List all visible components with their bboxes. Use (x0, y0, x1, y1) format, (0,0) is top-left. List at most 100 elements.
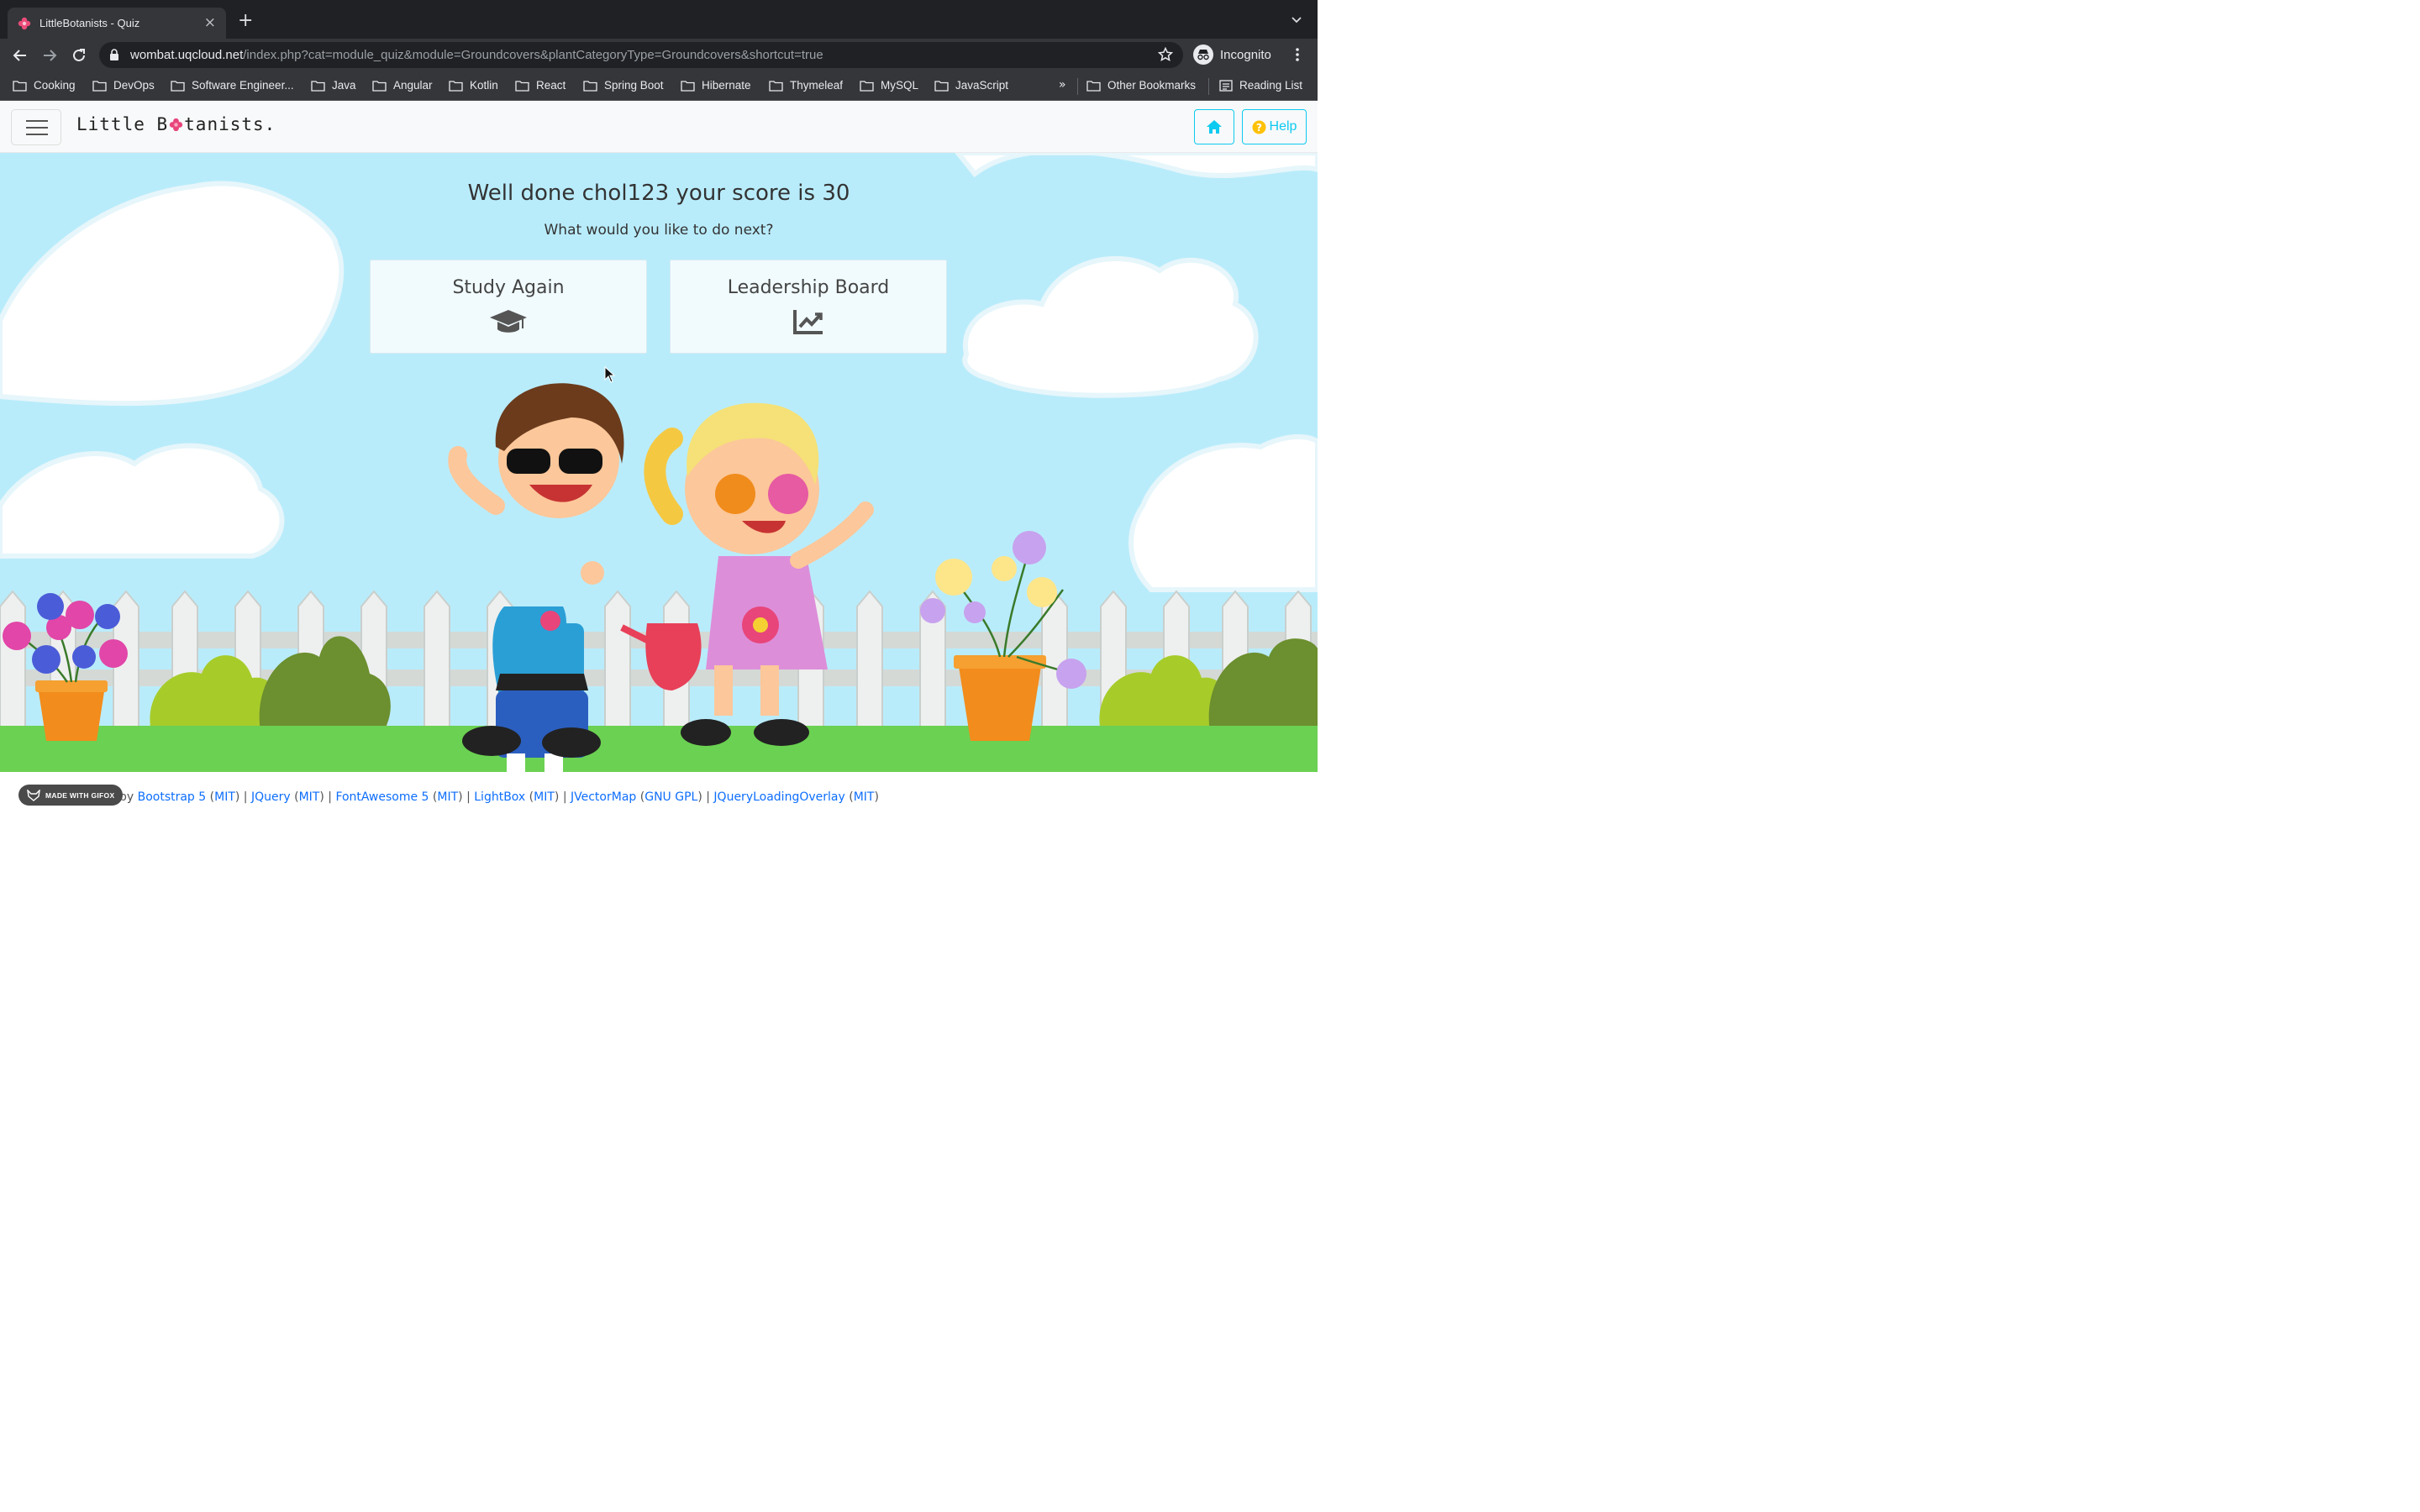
help-button[interactable]: ? Help (1242, 109, 1307, 144)
credit-link[interactable]: JQuery (251, 790, 291, 804)
bookmark-folder[interactable]: Angular (372, 79, 433, 92)
license-link[interactable]: MIT (437, 790, 458, 804)
score-heading: Well done chol123 your score is 30 (467, 181, 850, 206)
reading-list-icon (1219, 79, 1233, 92)
more-bookmarks-icon[interactable]: » (1059, 78, 1066, 92)
bookmark-label: Java (332, 79, 356, 92)
folder-icon (449, 80, 463, 92)
hamburger-line (26, 120, 48, 122)
bookmark-label: Software Engineer... (192, 79, 294, 92)
incognito-profile-button[interactable]: Incognito (1190, 43, 1280, 66)
cloud-shapes (0, 153, 1318, 592)
brand-text-start: Little B (76, 114, 169, 134)
chart-line-icon (793, 310, 823, 334)
study-again-card[interactable]: Study Again (370, 260, 647, 354)
home-icon (1207, 120, 1222, 134)
bookmark-folder[interactable]: DevOps (92, 79, 155, 92)
gifox-watermark: MADE WITH GIFOX (18, 785, 124, 806)
url-text[interactable]: wombat.uqcloud.net/index.php?cat=module_… (130, 48, 823, 62)
hamburger-menu-button[interactable] (11, 109, 61, 145)
folder-icon (92, 80, 107, 92)
bookmark-folder[interactable]: Software Engineer... (171, 79, 294, 92)
garden-illustration (0, 153, 1318, 772)
flower-favicon-icon (18, 17, 31, 29)
bookmarks-bar: » Other Bookmarks Reading List Cooking De… (0, 72, 1318, 101)
folder-icon (515, 80, 529, 92)
folder-icon (311, 80, 325, 92)
svg-text:?: ? (1256, 122, 1262, 134)
bookmark-label: React (536, 79, 566, 92)
folder-icon (171, 80, 185, 92)
girl-character (620, 402, 874, 746)
bookmark-folder[interactable]: Thymeleaf (769, 79, 843, 92)
site-logo[interactable]: Little B tanists. (76, 114, 276, 134)
folder-icon (681, 80, 695, 92)
bookmark-folder[interactable]: JavaScript (934, 79, 1008, 92)
reading-list-label: Reading List (1239, 79, 1303, 92)
site-navbar: Little B tanists. ? Help (0, 102, 1318, 153)
next-action-prompt: What would you like to do next? (544, 222, 774, 239)
folder-icon (1086, 80, 1101, 92)
incognito-icon (1193, 45, 1213, 65)
bookmark-folder[interactable]: Kotlin (449, 79, 498, 92)
other-bookmarks-folder[interactable]: Other Bookmarks (1086, 79, 1196, 92)
credit-link[interactable]: FontAwesome 5 (335, 790, 429, 804)
grass-shape (0, 726, 1318, 772)
bookmark-label: Thymeleaf (790, 79, 844, 92)
folder-icon (583, 80, 597, 92)
credit-link[interactable]: JVectorMap (571, 790, 636, 804)
license-link[interactable]: MIT (534, 790, 555, 804)
bookmark-folder[interactable]: Java (311, 79, 356, 92)
bookmark-label: Other Bookmarks (1107, 79, 1197, 92)
bookmarks-separator (1077, 78, 1078, 95)
bookmark-folder[interactable]: Spring Boot (583, 79, 664, 92)
bookmark-folder[interactable]: Cooking (13, 79, 76, 92)
lock-icon[interactable] (109, 49, 119, 60)
bookmarks-separator (1208, 78, 1209, 95)
credit-link[interactable]: Bootstrap 5 (138, 790, 207, 804)
bookmark-star-icon[interactable] (1158, 47, 1173, 62)
browser-tab-bar: LittleBotanists - Quiz × + (0, 0, 1318, 39)
credit-link[interactable]: JQueryLoadingOverlay (713, 790, 844, 804)
tab-search-chevron-icon[interactable] (1291, 13, 1302, 25)
bookmark-label: DevOps (113, 79, 155, 92)
credit-link[interactable]: LightBox (474, 790, 525, 804)
back-arrow-icon[interactable] (12, 47, 29, 64)
mouse-cursor-icon (604, 366, 616, 383)
bookmark-folder[interactable]: Hibernate (681, 79, 751, 92)
bookmark-label: JavaScript (955, 79, 1009, 92)
reload-icon[interactable] (71, 47, 87, 64)
home-button[interactable] (1194, 109, 1234, 144)
license-link[interactable]: MIT (854, 790, 875, 804)
bookmark-label: Kotlin (470, 79, 498, 92)
bookmark-label: Angular (393, 79, 433, 92)
folder-icon (769, 80, 783, 92)
reading-list-button[interactable]: Reading List (1219, 79, 1302, 92)
folder-icon (372, 80, 387, 92)
leadership-board-card[interactable]: Leadership Board (670, 260, 947, 354)
close-tab-icon[interactable]: × (204, 16, 216, 30)
graduation-cap-icon (490, 310, 527, 333)
incognito-label: Incognito (1220, 47, 1271, 62)
watermark-label: MADE WITH GIFOX (45, 790, 115, 800)
tab-title: LittleBotanists - Quiz (39, 17, 140, 29)
browser-menu-icon[interactable] (1291, 47, 1304, 62)
license-link[interactable]: GNU GPL (644, 790, 697, 804)
bookmark-label: Cooking (34, 79, 76, 92)
brand-text-end: tanists. (184, 114, 276, 134)
bookmark-folder[interactable]: MySQL (860, 79, 918, 92)
bookmark-folder[interactable]: React (515, 79, 566, 92)
forward-arrow-icon[interactable] (41, 47, 58, 64)
new-tab-icon[interactable]: + (238, 12, 253, 30)
browser-tab[interactable]: LittleBotanists - Quiz × (8, 8, 226, 39)
bookmark-label: Hibernate (702, 79, 751, 92)
folder-icon (13, 80, 27, 92)
license-link[interactable]: MIT (299, 790, 320, 804)
bookmark-label: Spring Boot (604, 79, 664, 92)
folder-icon (934, 80, 949, 92)
license-link[interactable]: MIT (214, 790, 235, 804)
leadership-board-label: Leadership Board (727, 277, 890, 298)
bookmark-label: MySQL (881, 79, 919, 92)
url-path: /index.php?cat=module_quiz&module=Ground… (243, 48, 823, 62)
boy-character (448, 383, 624, 772)
